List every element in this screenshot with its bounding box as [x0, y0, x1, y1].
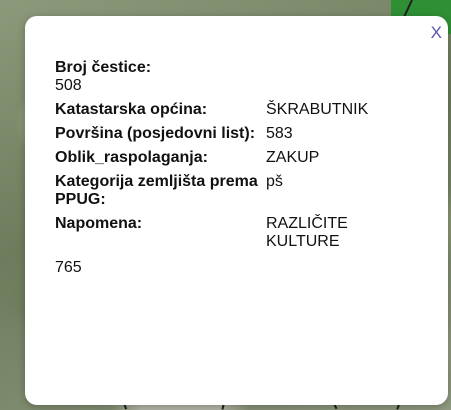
- footer-value: 765: [55, 259, 82, 276]
- attribute-value: 583: [266, 125, 293, 142]
- attribute-key: Površina (posjedovni list):: [55, 125, 256, 142]
- parcel-number-value: 508: [55, 77, 82, 94]
- attribute-value: ŠKRABUTNIK: [266, 101, 369, 118]
- attribute-value: RAZLIČITE KULTURE: [266, 215, 348, 250]
- popup-content: Broj čestice: 508 Katastarska općina: ŠK…: [55, 59, 435, 277]
- attribute-row: Oblik_raspolaganja: ZAKUP: [55, 149, 386, 173]
- attribute-key: Katastarska općina:: [55, 101, 208, 118]
- attribute-row: Kategorija zemljišta prema PPUG: pš: [55, 173, 386, 215]
- attribute-row: Katastarska općina: ŠKRABUTNIK: [55, 101, 386, 125]
- info-popup: X Broj čestice: 508 Katastarska općina: …: [25, 16, 448, 405]
- attribute-key: Oblik_raspolaganja:: [55, 149, 208, 166]
- attribute-table: Katastarska općina: ŠKRABUTNIK Površina …: [55, 101, 386, 257]
- attribute-row: Napomena: RAZLIČITE KULTURE: [55, 215, 386, 257]
- attribute-value: ZAKUP: [266, 149, 320, 166]
- parcel-number-label: Broj čestice:: [55, 59, 152, 76]
- attribute-row: Površina (posjedovni list): 583: [55, 125, 386, 149]
- attribute-key: Napomena:: [55, 215, 143, 232]
- close-button[interactable]: X: [431, 24, 442, 41]
- attribute-value: pš: [266, 173, 283, 190]
- attribute-key: Kategorija zemljišta prema PPUG:: [55, 173, 258, 208]
